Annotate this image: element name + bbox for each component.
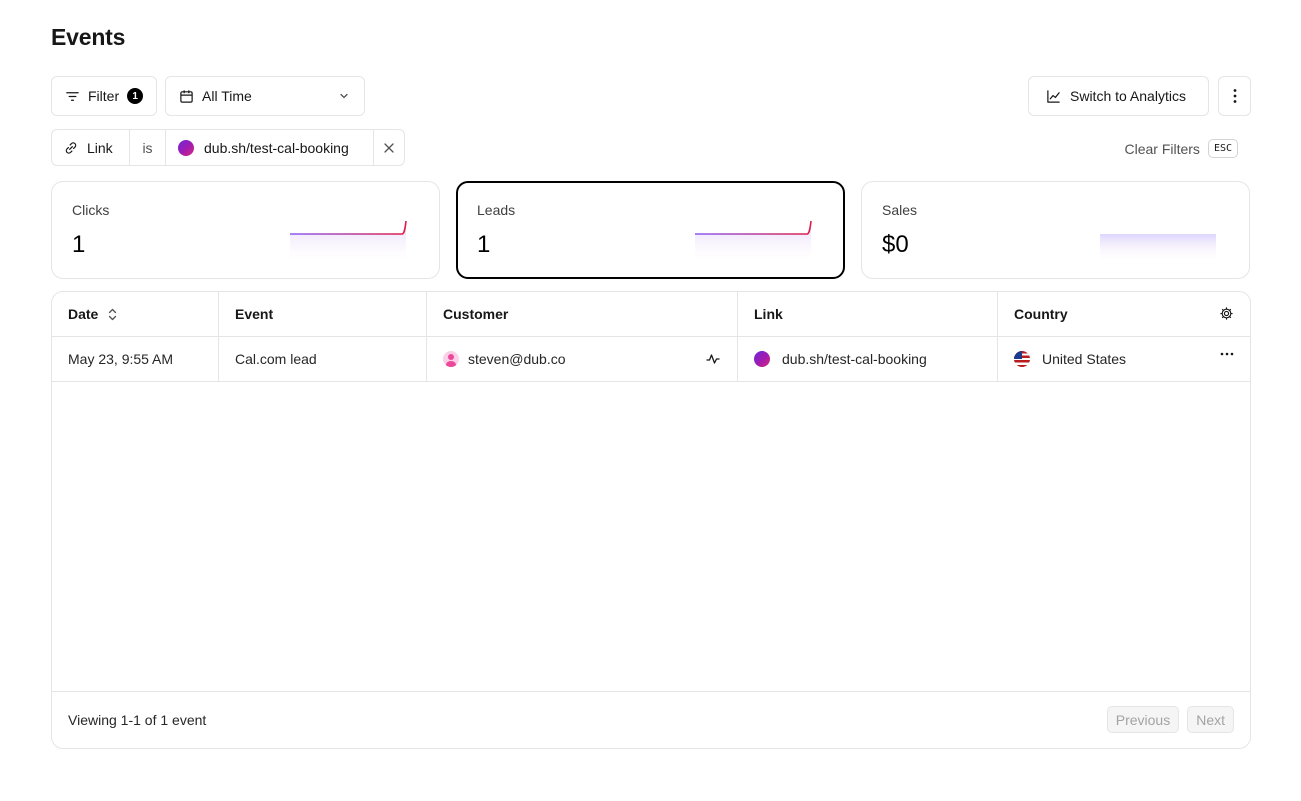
stat-card-leads[interactable]: Leads 1 [456,181,845,279]
close-icon [384,142,394,153]
column-label: Country [1014,306,1068,322]
link-icon [64,141,78,155]
filter-count-badge: 1 [127,88,144,104]
country-name: United States [1042,351,1127,367]
clear-filters[interactable]: Clear Filters ESC [1124,139,1238,158]
table-row[interactable]: May 23, 9:55 AM Cal.com lead steven@dub.… [52,337,1250,382]
next-page-button[interactable]: Next [1187,706,1234,733]
link-favicon [178,139,194,156]
filter-value-label: dub.sh/test-cal-booking [204,139,349,156]
cell-event: Cal.com lead [219,337,427,381]
column-header-customer: Customer [427,292,738,336]
pagination: Previous Next [1106,706,1234,733]
activity-icon[interactable] [706,352,720,366]
stat-value: 1 [477,231,491,258]
gear-icon[interactable] [1219,306,1234,321]
column-header-country: Country [998,292,1250,336]
table-header: Date Event Customer Link Country [52,292,1250,337]
stat-value: 1 [72,231,86,258]
calendar-icon [179,89,194,104]
stat-card-sales[interactable]: Sales $0 [861,181,1250,279]
column-label: Customer [443,306,509,322]
previous-page-button[interactable]: Previous [1106,706,1180,733]
esc-shortcut: ESC [1207,139,1238,158]
sparkline-chart [290,220,407,260]
avatar [443,351,459,367]
stat-label: Leads [477,202,516,218]
column-label: Link [754,306,783,322]
stat-label: Sales [882,202,918,218]
stat-label: Clicks [72,202,110,218]
filter-label: Filter [88,88,120,104]
column-label: Event [235,306,274,322]
chevron-down-icon [338,90,350,102]
filter-field[interactable]: Link [52,130,130,165]
switch-to-analytics-label: Switch to Analytics [1070,88,1186,104]
filter-icon [65,89,80,104]
clear-filters-label: Clear Filters [1124,140,1200,157]
filter-button[interactable]: Filter 1 [51,76,157,116]
more-options-button[interactable] [1218,76,1251,116]
cell-date: May 23, 9:55 AM [52,337,219,381]
stat-value: $0 [882,231,909,258]
date-range-picker[interactable]: All Time [165,76,365,116]
pagination-summary: Viewing 1-1 of 1 event [68,712,207,728]
sparkline-chart [1100,233,1216,260]
filter-value[interactable]: dub.sh/test-cal-booking [166,130,374,165]
sort-icon[interactable] [108,308,117,321]
switch-to-analytics-button[interactable]: Switch to Analytics [1028,76,1209,116]
events-table: Date Event Customer Link Country May 23,… [51,291,1251,749]
stat-card-clicks[interactable]: Clicks 1 [51,181,440,279]
link-favicon [754,351,770,367]
column-header-date[interactable]: Date [52,292,219,336]
sparkline-chart [695,220,812,260]
cell-country: United States [998,337,1250,381]
column-header-event: Event [219,292,427,336]
cell-customer[interactable]: steven@dub.co [427,337,738,381]
remove-filter-button[interactable] [374,130,404,165]
column-header-link: Link [738,292,998,336]
filter-operator[interactable]: is [130,130,166,165]
active-filter-chip: Link is dub.sh/test-cal-booking [51,129,405,166]
flag-icon [1014,351,1030,367]
more-horizontal-icon[interactable] [1220,352,1234,356]
cell-link[interactable]: dub.sh/test-cal-booking [738,337,998,381]
table-footer: Viewing 1-1 of 1 event Previous Next [52,691,1250,748]
more-vertical-icon [1233,88,1237,104]
link-url: dub.sh/test-cal-booking [782,351,927,367]
column-label: Date [68,306,99,322]
line-chart-icon [1046,89,1061,104]
customer-email: steven@dub.co [468,351,566,367]
date-range-label: All Time [202,88,252,104]
page-title: Events [51,24,126,50]
filter-field-label: Link [87,139,113,156]
